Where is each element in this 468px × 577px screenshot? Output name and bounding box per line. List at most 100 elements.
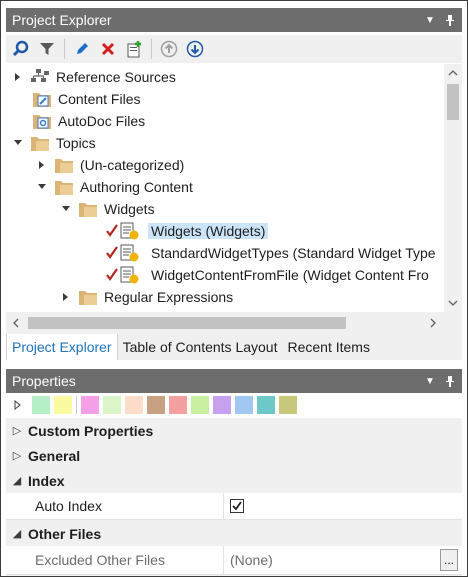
properties-title: Properties — [12, 373, 76, 389]
property-value — [224, 493, 462, 519]
category-label: Custom Properties — [28, 422, 154, 439]
scroll-right-icon[interactable] — [426, 312, 440, 334]
dropdown-icon[interactable]: ▼ — [422, 12, 438, 28]
filter-icon[interactable] — [36, 38, 58, 60]
property-name: Auto Index — [6, 493, 224, 519]
project-tree: Reference Sources Content Files AutoDoc … — [6, 64, 444, 312]
color-swatch[interactable] — [147, 396, 165, 414]
topic-icon — [106, 266, 142, 284]
color-swatch[interactable] — [257, 396, 275, 414]
color-swatch[interactable] — [54, 396, 72, 414]
tree-item-standard-widget-types[interactable]: StandardWidgetTypes (Standard Widget Typ… — [106, 242, 436, 264]
color-swatch[interactable] — [213, 396, 231, 414]
tab-table-of-contents-layout[interactable]: Table of Contents Layout — [118, 334, 283, 360]
tree-item-uncategorized[interactable]: (Un-categorized) — [36, 154, 184, 176]
folder-icon — [78, 288, 98, 306]
move-down-icon[interactable] — [184, 38, 206, 60]
tree-item-regular-expressions[interactable]: Regular Expressions — [60, 286, 233, 308]
property-grid: ▷ Custom Properties ▷ General ◢ Index Au… — [6, 418, 462, 576]
tree-item-widgets-folder[interactable]: Widgets — [60, 198, 155, 220]
auto-index-checkbox[interactable] — [230, 499, 244, 513]
tree-label: Content Files — [58, 91, 141, 107]
collapse-arrow-icon[interactable]: ◢ — [6, 527, 28, 540]
excluded-value: (None) — [230, 552, 273, 568]
tree-item-widgets-topic[interactable]: Widgets (Widgets) — [106, 220, 269, 242]
explorer-tabs: Project Explorer Table of Contents Layou… — [6, 334, 462, 360]
color-swatch[interactable] — [103, 396, 121, 414]
category-general[interactable]: ▷ General — [6, 443, 462, 468]
autodoc-files-icon — [32, 112, 52, 130]
category-custom-properties[interactable]: ▷ Custom Properties — [6, 418, 462, 443]
topic-icon — [106, 222, 142, 240]
color-swatch[interactable] — [125, 396, 143, 414]
add-item-icon[interactable] — [123, 38, 145, 60]
color-swatch[interactable] — [81, 396, 99, 414]
scroll-up-icon[interactable] — [444, 64, 462, 82]
tree-item-autodoc-files[interactable]: AutoDoc Files — [32, 110, 145, 132]
color-swatch[interactable] — [191, 396, 209, 414]
swatch-separator — [76, 396, 77, 414]
horizontal-scrollbar[interactable] — [6, 312, 444, 334]
category-other-files[interactable]: ◢ Other Files — [6, 521, 462, 546]
expand-arrow-icon[interactable] — [12, 66, 24, 88]
scroll-down-icon[interactable] — [444, 294, 462, 312]
expand-arrow-icon[interactable] — [36, 154, 48, 176]
toolbar-separator — [151, 39, 152, 59]
tab-recent-items[interactable]: Recent Items — [282, 334, 374, 360]
tree-label: (Un-categorized) — [80, 157, 185, 173]
project-explorer-titlebar: Project Explorer ▼ — [6, 8, 462, 32]
color-swatch[interactable] — [235, 396, 253, 414]
pin-icon[interactable] — [442, 12, 458, 28]
expand-arrow-icon[interactable]: ▷ — [6, 424, 28, 437]
tree-label: Widgets (Widgets) — [148, 223, 269, 239]
dropdown-icon[interactable]: ▼ — [422, 373, 438, 389]
property-value: (None) ... — [224, 546, 462, 574]
expand-arrow-icon[interactable] — [14, 400, 24, 410]
folder-icon — [78, 200, 98, 218]
color-swatch[interactable] — [32, 396, 50, 414]
move-up-icon[interactable] — [158, 38, 180, 60]
color-swatch[interactable] — [169, 396, 187, 414]
collapse-arrow-icon[interactable]: ◢ — [6, 474, 28, 487]
delete-icon[interactable] — [97, 38, 119, 60]
collapse-arrow-icon[interactable] — [60, 198, 72, 220]
collapse-arrow-icon[interactable] — [36, 176, 48, 198]
tree-label: Regular Expressions — [104, 289, 234, 305]
pin-icon[interactable] — [442, 373, 458, 389]
search-icon[interactable] — [10, 38, 32, 60]
folder-icon — [30, 134, 50, 152]
topic-icon — [106, 244, 142, 262]
folder-icon — [54, 178, 74, 196]
tree-label: WidgetContentFromFile (Widget Content Fr… — [151, 267, 429, 283]
tree-item-topics[interactable]: Topics — [12, 132, 96, 154]
collapse-arrow-icon[interactable] — [12, 132, 24, 154]
horizontal-scroll-thumb[interactable] — [28, 317, 346, 329]
tree-label: Reference Sources — [56, 69, 176, 85]
tree-label: AutoDoc Files — [58, 113, 146, 129]
category-label: Index — [28, 472, 65, 489]
project-explorer-title: Project Explorer — [12, 12, 112, 28]
property-name: Excluded Other Files — [6, 546, 224, 574]
tree-label: Widgets — [104, 201, 155, 217]
property-row-excluded-other-files: Excluded Other Files (None) ... — [6, 546, 462, 575]
vertical-scrollbar[interactable] — [444, 64, 462, 312]
tree-item-reference-sources[interactable]: Reference Sources — [12, 66, 176, 88]
color-swatch-bar — [6, 393, 462, 417]
color-swatch[interactable] — [279, 396, 297, 414]
category-label: General — [28, 447, 81, 464]
vertical-scroll-thumb[interactable] — [447, 84, 459, 120]
expand-arrow-icon[interactable] — [60, 286, 72, 308]
category-label: Other Files — [28, 525, 102, 542]
tab-project-explorer[interactable]: Project Explorer — [6, 334, 118, 360]
category-index[interactable]: ◢ Index — [6, 468, 462, 493]
edit-icon[interactable] — [71, 38, 93, 60]
scroll-left-icon[interactable] — [9, 312, 23, 334]
tree-label: Topics — [56, 135, 96, 151]
tree-item-authoring-content[interactable]: Authoring Content — [36, 176, 193, 198]
browse-button[interactable]: ... — [440, 549, 458, 571]
expand-arrow-icon[interactable]: ▷ — [6, 449, 28, 462]
tree-item-widget-content-from-file[interactable]: WidgetContentFromFile (Widget Content Fr… — [106, 264, 429, 286]
content-files-icon — [32, 90, 52, 108]
reference-sources-icon — [30, 68, 50, 86]
tree-item-content-files[interactable]: Content Files — [32, 88, 140, 110]
